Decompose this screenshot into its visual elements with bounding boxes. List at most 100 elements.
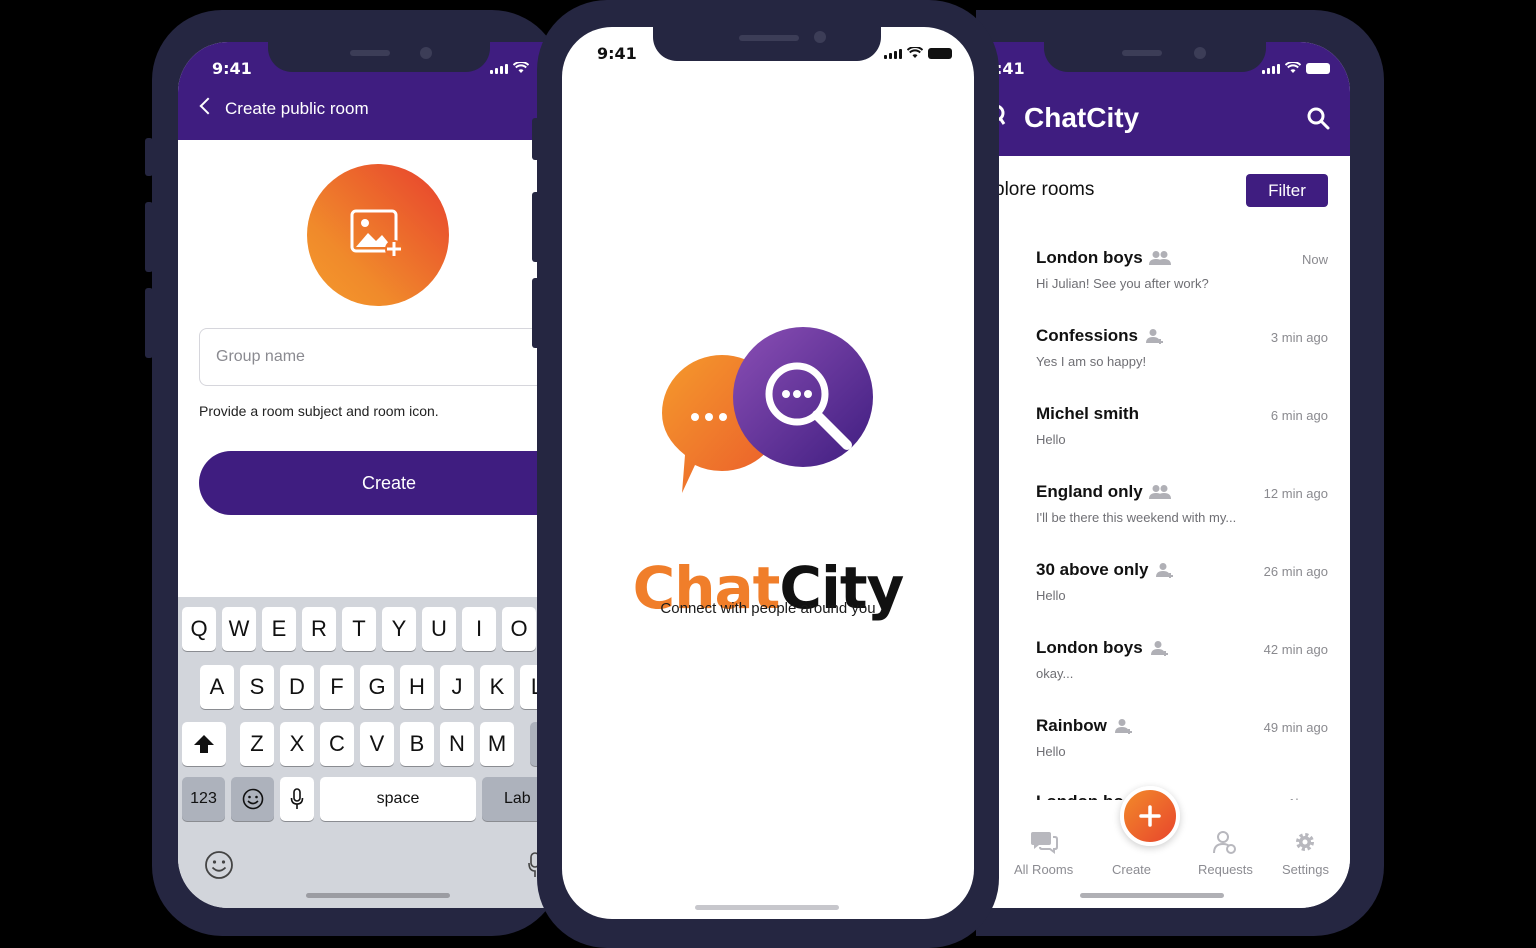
message-time: 49 min ago <box>1263 720 1328 735</box>
room-icon-upload-button[interactable] <box>307 164 449 306</box>
key-g[interactable]: G <box>360 665 394 709</box>
home-indicator <box>306 893 450 898</box>
room-list-item[interactable]: England only I'll be there this weekend … <box>976 482 1350 558</box>
filter-button[interactable]: Filter <box>1246 174 1328 207</box>
last-message: Hello <box>1036 432 1066 447</box>
key-d[interactable]: D <box>280 665 314 709</box>
status-icons <box>884 47 952 59</box>
room-name-text: Michel smith <box>1036 404 1139 423</box>
group-icon <box>1146 329 1164 344</box>
nav-all-rooms-label: All Rooms <box>1014 862 1074 877</box>
room-name: Confessions <box>1036 326 1166 346</box>
room-name: Michel smith <box>1036 404 1139 424</box>
wifi-icon <box>1285 62 1301 73</box>
key-h[interactable]: H <box>400 665 434 709</box>
notch <box>1044 42 1266 72</box>
nav-requests[interactable]: Requests <box>1198 830 1253 877</box>
create-room-fab[interactable] <box>1120 786 1180 846</box>
emoji-key[interactable] <box>231 777 274 821</box>
key-w[interactable]: W <box>222 607 256 651</box>
room-list-item[interactable]: London boys okay... 42 min ago <box>976 638 1350 714</box>
front-camera <box>814 31 826 43</box>
status-time: :41 <box>996 59 1025 78</box>
key-m[interactable]: M <box>480 722 514 766</box>
key-e[interactable]: E <box>262 607 296 651</box>
key-c[interactable]: C <box>320 722 354 766</box>
create-room-screen: 9:41 Create public room Provide a room s… <box>178 42 562 908</box>
key-x[interactable]: X <box>280 722 314 766</box>
key-b[interactable]: B <box>400 722 434 766</box>
notch <box>268 42 490 72</box>
emoji-switch-icon[interactable] <box>204 850 234 880</box>
helper-text: Provide a room subject and room icon. <box>199 403 439 419</box>
room-list-item[interactable]: Rainbow Hello 49 min ago <box>976 716 1350 792</box>
numbers-key[interactable]: 123 <box>182 777 225 821</box>
room-list-item[interactable]: Michel smith Hello 6 min ago <box>976 404 1350 480</box>
microphone-icon <box>290 788 304 809</box>
microphone-key[interactable] <box>280 777 314 821</box>
key-u[interactable]: U <box>422 607 456 651</box>
key-v[interactable]: V <box>360 722 394 766</box>
create-room-button[interactable]: Create <box>199 451 562 515</box>
key-n[interactable]: N <box>440 722 474 766</box>
message-time: Now <box>1301 252 1328 267</box>
key-j[interactable]: J <box>440 665 474 709</box>
room-list-item[interactable]: Confessions Yes I am so happy! 3 min ago <box>976 326 1350 402</box>
home-indicator <box>1080 893 1224 898</box>
plus-icon <box>1139 805 1161 827</box>
room-name-text: Rainbow <box>1036 716 1107 735</box>
room-name: England only <box>1036 482 1171 502</box>
group-name-input[interactable] <box>199 328 562 386</box>
front-camera <box>420 47 432 59</box>
key-i[interactable]: I <box>462 607 496 651</box>
last-message: Hello <box>1036 744 1066 759</box>
last-message: Yes I am so happy! <box>1036 354 1147 369</box>
nav-settings[interactable]: Settings <box>1282 830 1329 877</box>
group-icon <box>1150 641 1168 656</box>
group-icon <box>1148 251 1171 265</box>
key-t[interactable]: T <box>342 607 376 651</box>
silent-switch <box>145 138 153 176</box>
room-list-item[interactable]: 30 above only Hello 26 min ago <box>976 560 1350 636</box>
key-q[interactable]: Q <box>182 607 216 651</box>
battery-icon <box>1306 63 1330 74</box>
add-image-icon <box>350 209 403 258</box>
key-k[interactable]: K <box>480 665 514 709</box>
nav-requests-label: Requests <box>1198 862 1253 877</box>
last-message: Hi Julian! See you after work? <box>1036 276 1209 291</box>
center-phone-frame: 9:41 ChatCity Connect with people around… <box>532 0 999 948</box>
front-camera <box>1194 47 1206 59</box>
power-button <box>1374 224 1384 334</box>
left-phone-frame: 9:41 Create public room Provide a room s… <box>145 10 562 936</box>
volume-up-button <box>145 202 153 272</box>
message-time: 6 min ago <box>1270 408 1328 423</box>
room-name-text: Confessions <box>1036 326 1139 345</box>
home-indicator <box>695 905 839 910</box>
wifi-icon <box>907 47 923 58</box>
room-name: London boys <box>1036 638 1171 658</box>
right-phone-frame: :41 ChatCity plore rooms Filter London b… <box>976 10 1384 936</box>
user-request-icon <box>1213 831 1237 854</box>
room-name-text: 30 above only <box>1036 560 1149 579</box>
key-z[interactable]: Z <box>240 722 274 766</box>
volume-down-button <box>145 288 153 358</box>
key-s[interactable]: S <box>240 665 274 709</box>
nav-all-rooms[interactable]: All Rooms <box>1014 830 1073 877</box>
room-list-item[interactable]: London boys Hi Julian! See you after wor… <box>976 248 1350 324</box>
key-o[interactable]: O <box>502 607 536 651</box>
message-time: 12 min ago <box>1263 486 1328 501</box>
shift-key[interactable] <box>182 722 226 766</box>
back-chevron-icon[interactable] <box>199 97 217 115</box>
space-key[interactable]: space <box>320 777 476 821</box>
last-message: Hello <box>1036 588 1066 603</box>
key-f[interactable]: F <box>320 665 354 709</box>
splash-screen: 9:41 ChatCity Connect with people around… <box>562 27 974 919</box>
search-icon[interactable] <box>1306 106 1330 130</box>
chat-bubbles-icon <box>1030 832 1058 854</box>
key-y[interactable]: Y <box>382 607 416 651</box>
key-r[interactable]: R <box>302 607 336 651</box>
battery-icon <box>928 48 952 59</box>
key-a[interactable]: A <box>200 665 234 709</box>
wifi-icon <box>513 62 529 73</box>
speaker-grille <box>350 50 390 56</box>
